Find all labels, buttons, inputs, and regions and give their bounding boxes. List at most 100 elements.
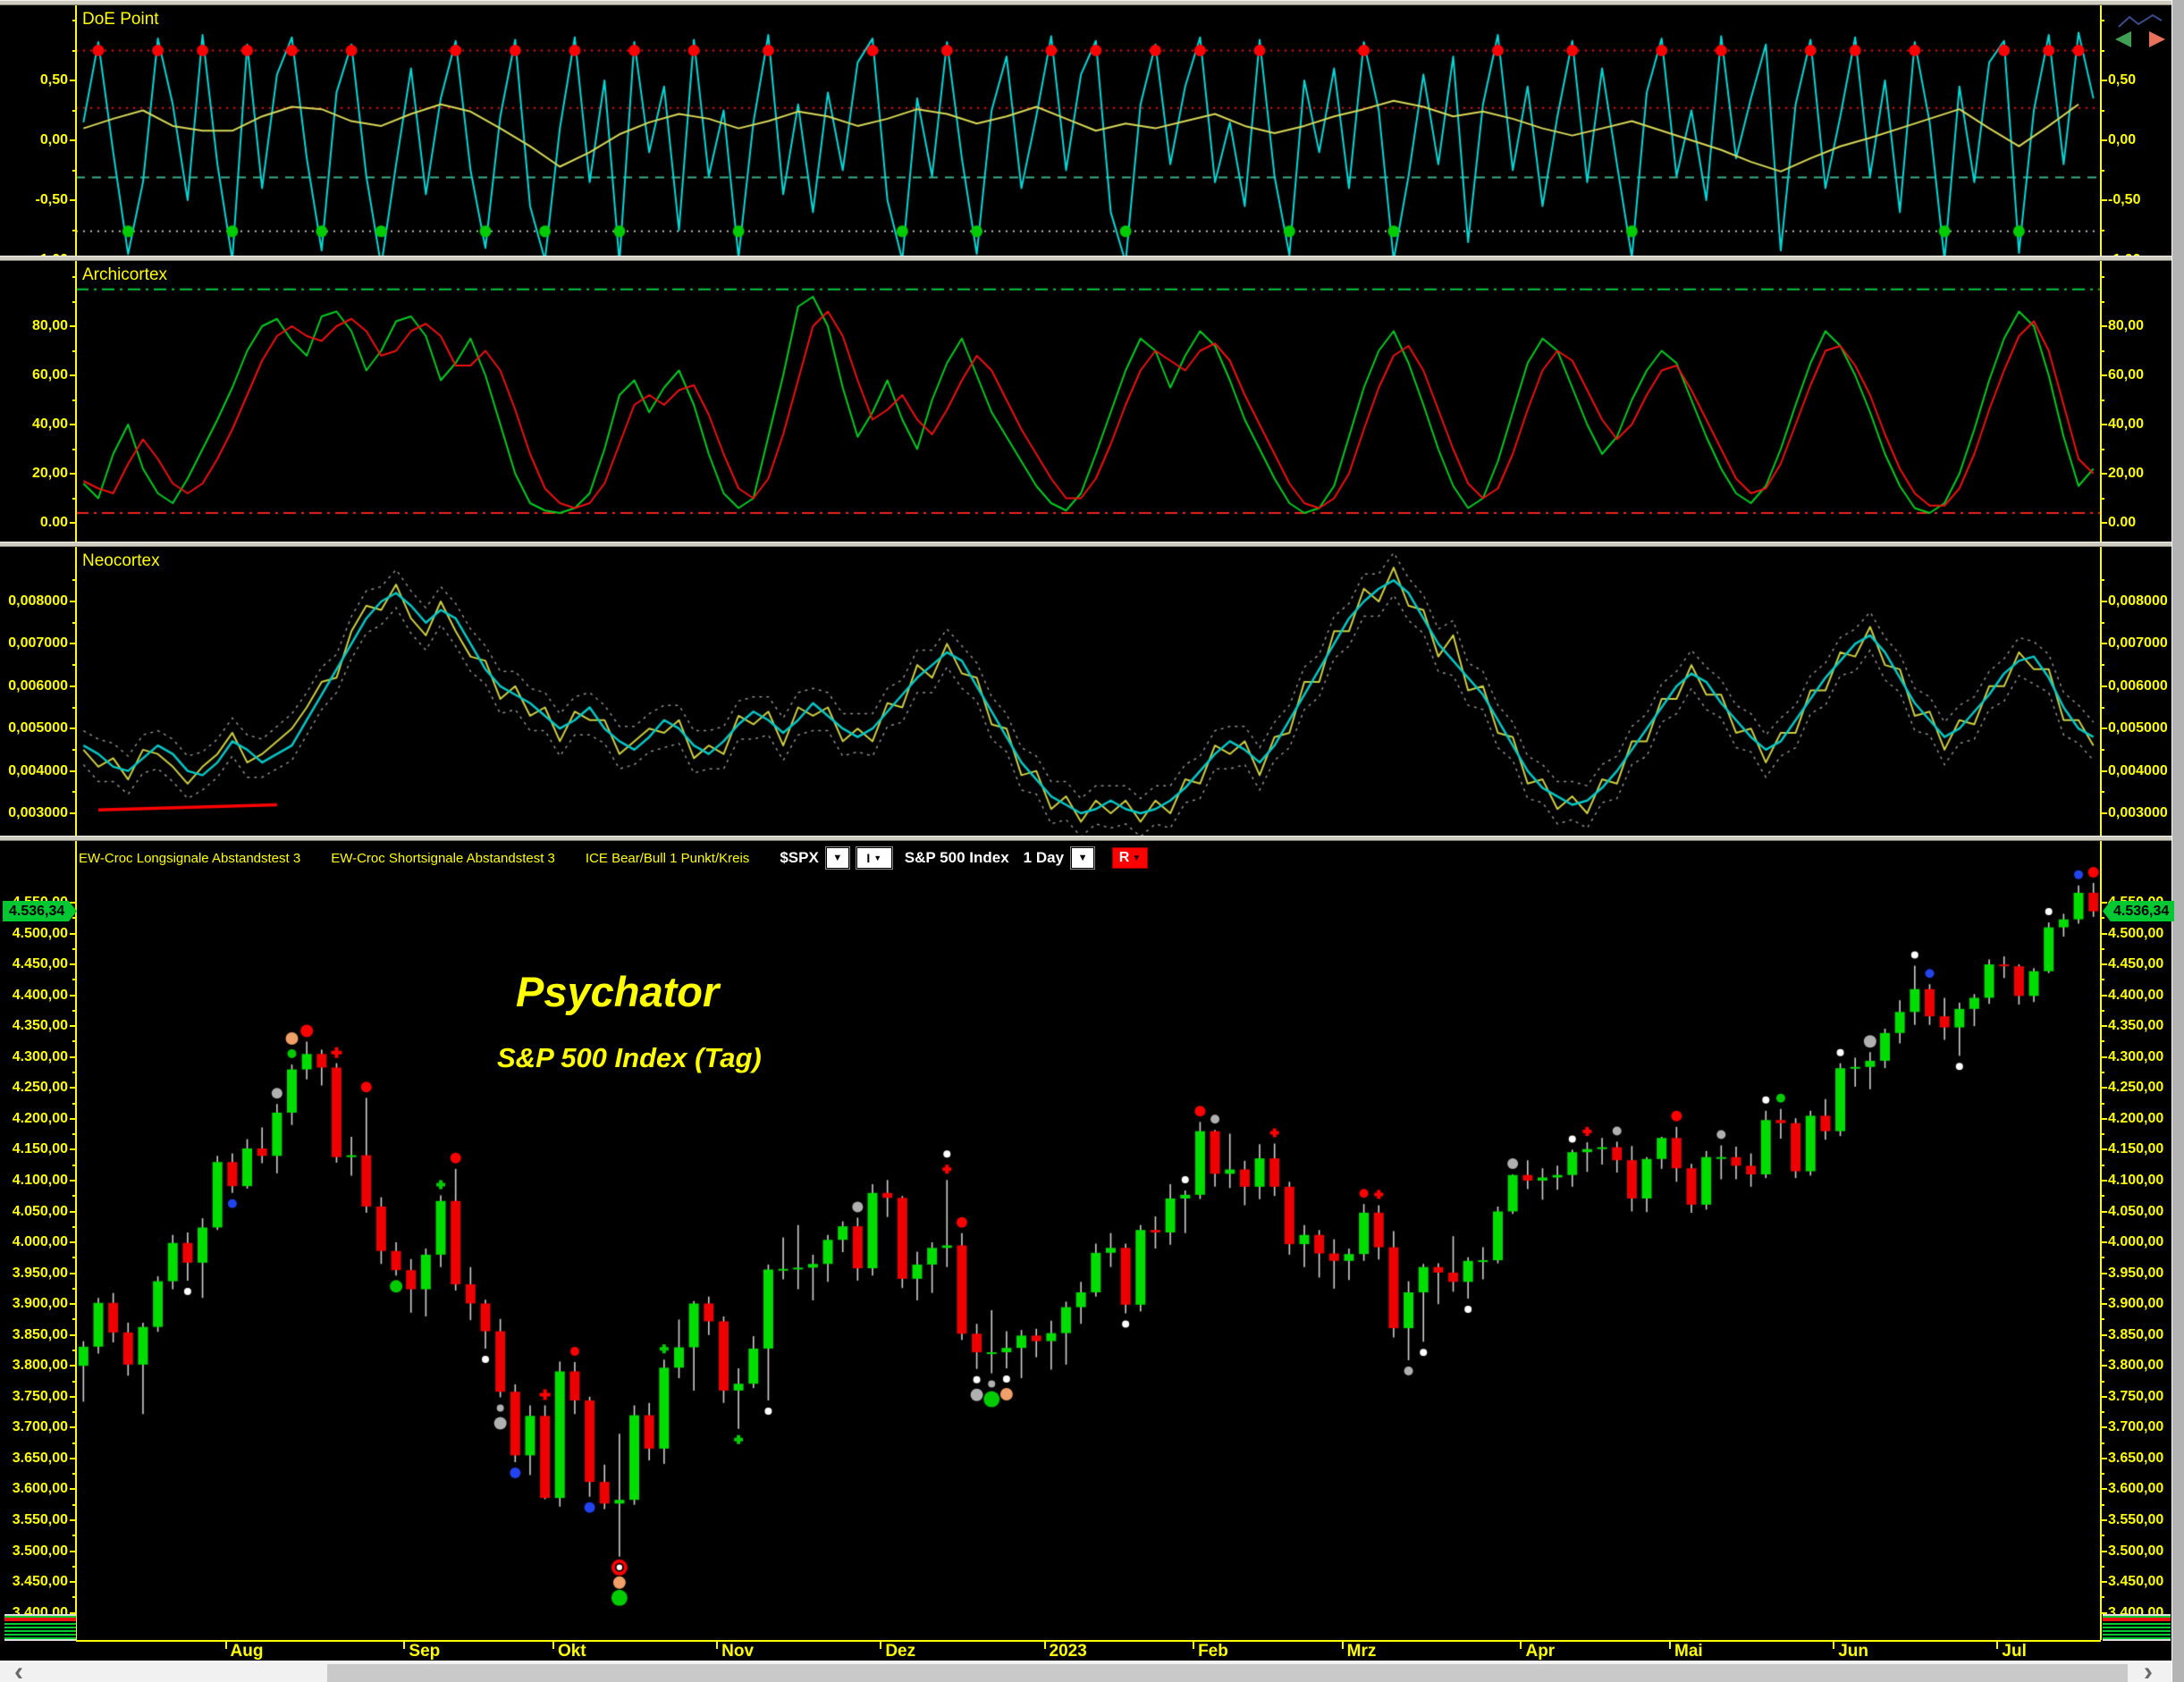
chart-title-annotation: Psychator (516, 968, 720, 1015)
chevron-down-icon: ▼ (832, 853, 843, 863)
axis-minor-tick (2101, 1117, 2104, 1120)
axis-minor-tick (2101, 522, 2104, 524)
axis-minor-tick (2101, 109, 2104, 112)
y-axis-label: 4.300,00 (2108, 1048, 2164, 1064)
axis-minor-tick (2101, 1102, 2104, 1105)
symbol-dropdown-button[interactable]: ▼ (824, 846, 850, 870)
y-axis-label: 4.000,00 (2108, 1234, 2164, 1250)
axis-minor-tick (2101, 1087, 2104, 1089)
scrollbar-thumb[interactable] (327, 1664, 2128, 1682)
axis-minor-tick (72, 374, 76, 376)
month-label: Mai (1674, 1642, 1703, 1661)
axis-minor-tick (72, 1025, 76, 1028)
axis-minor-tick (2101, 748, 2104, 751)
axis-minor-tick (2101, 1395, 2104, 1398)
axis-minor-tick (2101, 947, 2104, 950)
month-label: Dez (885, 1642, 916, 1661)
month-tick (1996, 1640, 1999, 1649)
axis-minor-tick (72, 1055, 76, 1058)
axis-minor-tick (2101, 374, 2104, 376)
axis-minor-tick (72, 664, 76, 667)
y-axis-label: 0.00 (39, 515, 68, 530)
horizontal-scrollbar[interactable]: ‹ › (0, 1659, 2171, 1682)
indicator-label-ew-short[interactable]: EW-Croc Shortsignale Abstandstest 3 (331, 851, 555, 866)
y-axis-label: 4.200,00 (2108, 1110, 2164, 1126)
y-axis-label: 3.600,00 (12, 1481, 68, 1497)
axis-minor-tick (2101, 601, 2104, 602)
axis-minor-tick (2101, 791, 2104, 794)
axis-minor-tick (72, 902, 76, 904)
axis-minor-tick (2101, 300, 2104, 303)
y-axis-label: 20,00 (31, 466, 68, 481)
interval-button[interactable]: I ▼ (855, 846, 893, 870)
scroll-left-arrow[interactable]: ‹ (14, 1659, 23, 1682)
axis-minor-tick (72, 169, 76, 172)
axis-minor-tick (72, 1303, 76, 1306)
axis-minor-tick (2101, 1380, 2104, 1383)
y-axis-label: 3.600,00 (2108, 1481, 2164, 1497)
indicator-label-ew-long[interactable]: EW-Croc Longsignale Abstandstest 3 (79, 851, 300, 866)
axis-minor-tick (72, 685, 76, 687)
last-price-badge-right: 4.536,34 (2103, 901, 2174, 921)
axis-minor-tick (2101, 1473, 2104, 1476)
y-axis-label: 60,00 (31, 367, 68, 383)
y-axis-label: -0,50 (35, 192, 68, 207)
axis-minor-tick (2101, 1550, 2104, 1552)
archicortex-panel: Archicortex 80,00 80,00 60,00 60,00 40,00 40,… (0, 261, 2171, 542)
axis-minor-tick (2101, 424, 2104, 425)
axis-minor-tick (2101, 1009, 2104, 1012)
axis-minor-tick (72, 1241, 76, 1244)
window-right-edge (2171, 0, 2184, 1682)
axis-minor-tick (2101, 325, 2104, 327)
chart-toolbar: EW-Croc Longsignale Abstandstest 3 EW-Cr… (79, 846, 1149, 870)
trading-app-window: DoE Point 0,50 0,50 0,00 0,00 -0,50 -0,50 -1,0… (0, 0, 2184, 1682)
axis-minor-tick (72, 399, 76, 401)
month-tick (1520, 1640, 1522, 1649)
axis-minor-tick (2101, 1535, 2104, 1537)
doe-point-panel: DoE Point 0,50 0,50 0,00 0,00 -0,50 -0,50 -1,0… (0, 5, 2171, 256)
left-axis-line (75, 261, 77, 542)
y-axis-label: 3.550,00 (12, 1512, 68, 1527)
period-label: 1 Day (1023, 849, 1065, 866)
y-axis-label: 3.800,00 (2108, 1358, 2164, 1374)
y-axis-label: 3.700,00 (2108, 1419, 2164, 1435)
axis-minor-tick (2101, 49, 2104, 52)
indicator-label-ice[interactable]: ICE Bear/Bull 1 Punkt/Kreis (586, 851, 749, 866)
doe-plot-canvas[interactable] (76, 5, 2101, 256)
axis-minor-tick (72, 1040, 76, 1043)
axis-minor-tick (72, 1473, 76, 1476)
axis-minor-tick (2101, 349, 2104, 352)
axis-minor-tick (72, 80, 76, 81)
axis-minor-tick (2101, 1303, 2104, 1306)
period-dropdown-button[interactable]: ▼ (1070, 846, 1096, 870)
axis-minor-tick (72, 994, 76, 997)
scroll-right-arrow[interactable]: › (2144, 1659, 2153, 1682)
axis-minor-tick (2101, 685, 2104, 687)
axis-minor-tick (2101, 1148, 2104, 1151)
time-axis: Aug Sep Okt Nov Dez 2023 Feb Mrz Apr Mai Jun Jul (0, 1640, 2171, 1661)
y-axis-label: 0,007000 (2108, 635, 2168, 652)
axis-minor-tick (72, 20, 76, 21)
axis-minor-tick (2101, 80, 2104, 81)
realtime-button[interactable]: R ▼ (1112, 847, 1149, 869)
y-axis-label: 0,004000 (2108, 762, 2168, 778)
axis-minor-tick (72, 1596, 76, 1599)
y-axis-label: 40,00 (31, 416, 68, 432)
pan-arrows-icon[interactable] (2113, 13, 2167, 52)
y-axis-label: 0,003000 (2108, 805, 2168, 820)
y-axis-label: 0,50 (2108, 72, 2137, 88)
price-plot-canvas[interactable] (76, 841, 2101, 1640)
y-axis-label: 0.00 (2108, 515, 2137, 530)
axis-minor-tick (72, 229, 76, 231)
archicortex-plot-canvas[interactable] (76, 261, 2101, 542)
y-axis-label: 0,005000 (2108, 720, 2168, 736)
axis-minor-tick (72, 1272, 76, 1274)
y-axis-label: 3.950,00 (2108, 1265, 2164, 1281)
axis-minor-tick (72, 727, 76, 730)
y-axis-label: 0,006000 (8, 677, 68, 694)
y-axis-label: -1,00 (0, 252, 68, 256)
axis-minor-tick (2101, 1519, 2104, 1521)
axis-minor-tick (72, 1225, 76, 1228)
neocortex-plot-canvas[interactable] (76, 547, 2101, 836)
axis-minor-tick (72, 963, 76, 966)
